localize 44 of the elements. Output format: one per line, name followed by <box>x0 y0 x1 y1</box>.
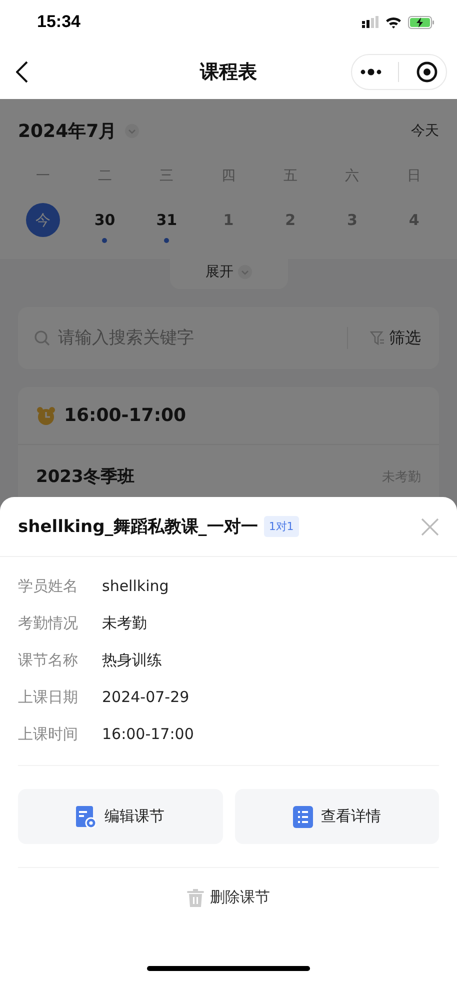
class-name: 2023冬季班 <box>36 466 134 488</box>
battery-charging-icon <box>408 16 435 28</box>
field-value: 热身训练 <box>102 650 162 670</box>
action-button[interactable]: 编辑课节 <box>18 789 222 844</box>
calendar-day[interactable]: 4 <box>397 203 432 237</box>
field-value: 未考勤 <box>102 614 147 632</box>
calendar-day[interactable]: 1 <box>211 203 246 237</box>
field-value: shellking <box>102 577 169 595</box>
search-field[interactable]: 请输入搜索关键字 筛选 <box>18 307 439 369</box>
field-label: 考勤情况 <box>18 614 79 632</box>
month-label[interactable]: 2024年7月 <box>18 119 117 143</box>
status-time: 15:34 <box>37 12 80 32</box>
alarm-clock-icon <box>36 406 56 426</box>
field-value: 16:00-17:00 <box>102 725 194 743</box>
edit-document-icon <box>76 806 96 828</box>
field-label: 上课时间 <box>18 724 79 744</box>
calendar-day[interactable]: 31 <box>150 203 184 237</box>
sheet-title: shellking_舞蹈私教课_一对一 <box>18 516 258 538</box>
filter-button[interactable]: 筛选 <box>370 328 421 348</box>
today-button[interactable]: 今天 <box>411 122 439 140</box>
back-icon[interactable] <box>16 60 28 82</box>
action-button[interactable]: 查看详情 <box>234 789 439 844</box>
field-label: 上课日期 <box>18 688 79 706</box>
chevron-down-icon <box>238 265 252 279</box>
lesson-type-tag: 1对1 <box>264 516 299 537</box>
more-icon[interactable] <box>360 68 382 76</box>
delete-button[interactable]: 删除课节 <box>187 888 270 907</box>
field-value: 2024-07-29 <box>102 688 190 706</box>
filter-icon <box>370 330 385 346</box>
wifi-icon <box>385 16 402 28</box>
calendar-day[interactable]: 今 <box>26 203 60 237</box>
search-icon <box>34 330 50 346</box>
calendar-day[interactable]: 3 <box>335 203 370 237</box>
field-label: 课节名称 <box>18 650 79 670</box>
calendar-day[interactable]: 30 <box>88 203 122 237</box>
lesson-time: 16:00-17:00 <box>64 405 186 426</box>
trash-icon <box>187 888 204 906</box>
list-icon <box>292 806 313 828</box>
page-title: 课程表 <box>200 60 257 84</box>
calendar-day[interactable]: 2 <box>273 203 308 237</box>
signal-icon <box>362 16 379 28</box>
field-label: 学员姓名 <box>18 576 79 596</box>
expand-button[interactable]: 展开 <box>170 259 288 289</box>
close-miniprogram-icon[interactable] <box>416 60 438 82</box>
